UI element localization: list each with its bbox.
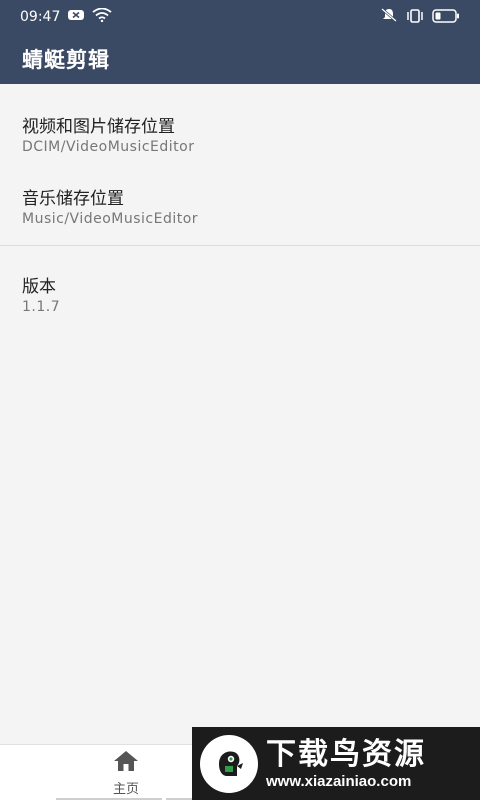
watermark: 下载鸟资源 www.xiazainiao.com [192, 727, 480, 800]
version-setting[interactable]: 版本 1.1.7 [22, 276, 462, 316]
nav-home-label: 主页 [112, 781, 139, 797]
status-time: 09:47 [20, 9, 61, 25]
video-location-setting[interactable]: 视频和图片储存位置 DCIM/VideoMusicEditor [22, 116, 462, 156]
watermark-title: 下载鸟资源 [266, 736, 426, 772]
wifi-icon [92, 7, 112, 26]
bird-logo-icon [200, 734, 258, 793]
mute-icon [380, 7, 398, 27]
video-location-title: 视频和图片储存位置 [22, 117, 175, 137]
home-icon [113, 750, 139, 776]
settings-list: 视频和图片储存位置 DCIM/VideoMusicEditor 音乐储存位置 M… [0, 84, 480, 744]
notification-icon [68, 9, 85, 25]
music-location-title: 音乐储存位置 [22, 189, 124, 209]
music-location-setting[interactable]: 音乐储存位置 Music/VideoMusicEditor [22, 188, 462, 228]
status-bar: 09:47 [0, 0, 480, 34]
music-location-value: Music/VideoMusicEditor [22, 211, 199, 227]
video-location-value: DCIM/VideoMusicEditor [22, 139, 195, 155]
nav-home-tab[interactable]: 主页 [56, 745, 196, 800]
vibrate-icon [406, 8, 424, 27]
divider [0, 245, 480, 246]
version-value: 1.1.7 [22, 299, 61, 315]
app-bar: 蜻蜓剪辑 [0, 34, 480, 84]
version-title: 版本 [22, 277, 56, 297]
battery-icon [432, 8, 460, 27]
watermark-url: www.xiazainiao.com [266, 772, 412, 790]
app-title: 蜻蜓剪辑 [22, 48, 110, 72]
